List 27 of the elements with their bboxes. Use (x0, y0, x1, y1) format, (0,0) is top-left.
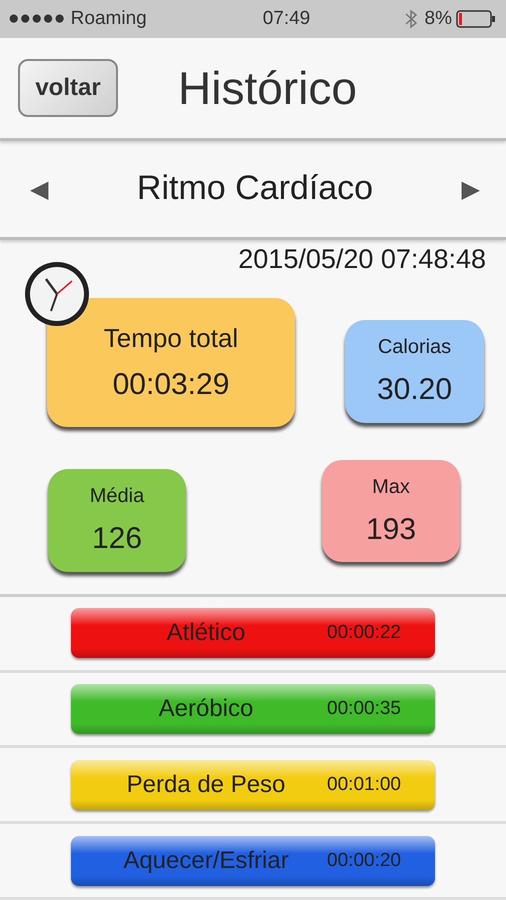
zone-time: 00:00:20 (327, 850, 401, 872)
zone-name: Aeróbico (158, 695, 254, 724)
stat-value: 00:03:29 (112, 368, 230, 402)
signal-carrier: ●●●●● Roaming (8, 8, 147, 30)
zone-name: Aquecer/Esfriar (122, 846, 290, 875)
zone-time: 00:00:35 (327, 698, 401, 720)
metric-title: Ritmo Cardíaco (136, 169, 374, 208)
bluetooth-icon (404, 8, 417, 29)
stat-value: 126 (92, 522, 142, 556)
stat-value: 193 (366, 512, 416, 547)
stat-label: Média (90, 485, 144, 508)
zone-name: Perda de Peso (126, 770, 286, 799)
zone-time: 00:01:00 (327, 774, 401, 796)
status-time: 07:49 (262, 8, 310, 30)
session-date: 2015/05/20 07:48:48 (238, 244, 486, 276)
stat-label: Tempo total (104, 323, 238, 354)
stat-value: 30.20 (376, 373, 452, 408)
back-button[interactable]: voltar (18, 58, 118, 117)
zone-time: 00:00:22 (327, 622, 401, 644)
battery-icon (456, 8, 496, 29)
battery-percent: 8% (424, 8, 452, 30)
stat-label: Calorias (378, 336, 452, 360)
page-title: Histórico (178, 60, 357, 115)
zone-name: Atlético (166, 619, 246, 648)
previous-button[interactable]: ◀ (30, 174, 48, 203)
stat-label: Max (372, 476, 410, 499)
next-button[interactable]: ▶ (462, 174, 480, 203)
